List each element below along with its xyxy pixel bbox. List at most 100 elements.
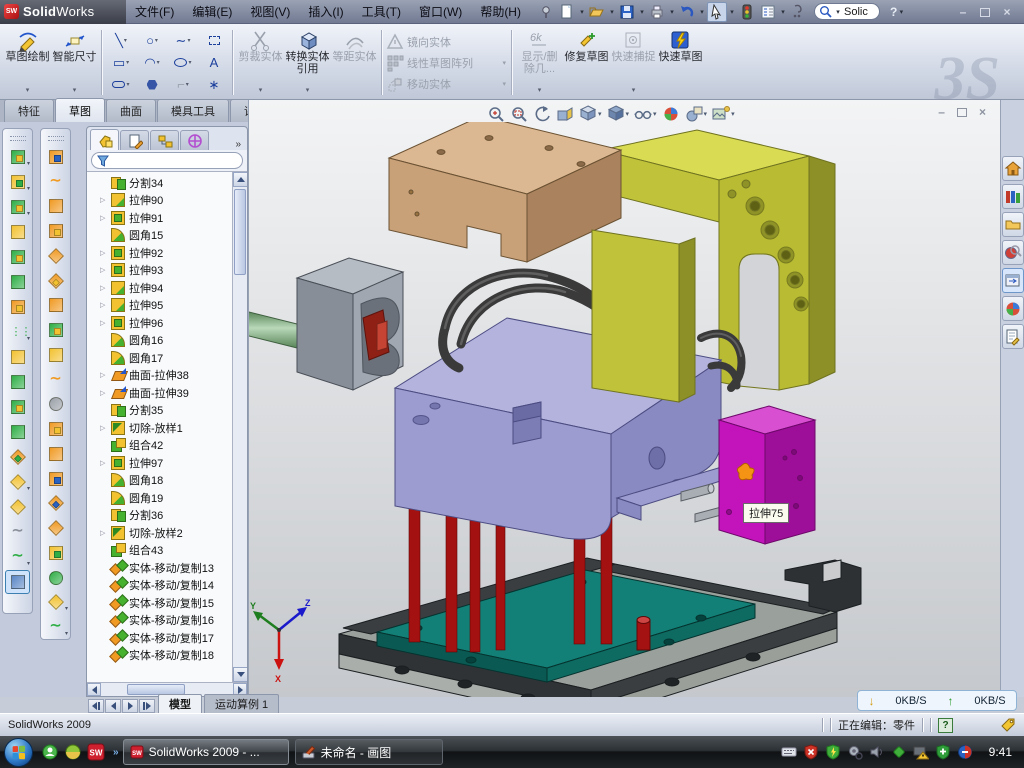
menu-item-6[interactable]: 帮助(H) — [471, 0, 530, 23]
mold-tool-18[interactable]: ▾ — [43, 590, 68, 614]
select-caret-icon[interactable]: ▾ — [728, 8, 736, 16]
tree-item-25[interactable]: 实体-移动/复制16 — [87, 612, 247, 630]
features-tool-2[interactable]: ▾ — [5, 195, 30, 219]
edit-appearance-button[interactable] — [662, 105, 680, 123]
mold-tool-17[interactable] — [43, 566, 68, 590]
ribbon-tab-1[interactable]: 草图 — [55, 98, 105, 122]
tree-item-1[interactable]: ▷拉伸90 — [87, 192, 247, 210]
feature-manager-overflow[interactable]: » — [232, 139, 244, 150]
design-library-button[interactable] — [1002, 184, 1024, 209]
trim-entities-button[interactable]: 剪裁实体▾ — [237, 26, 284, 99]
tree-item-19[interactable]: 分割36 — [87, 507, 247, 525]
display-delete-relations-button[interactable]: 6k 显示/删除几...▾ — [516, 26, 563, 99]
rapid-sketch-button[interactable]: 快速草图 — [657, 26, 704, 99]
scroll-down-button[interactable] — [233, 667, 247, 682]
tree-item-15[interactable]: 组合42 — [87, 437, 247, 455]
part-stop-pin[interactable] — [637, 617, 650, 651]
search-input[interactable]: Solic — [844, 6, 868, 18]
mold-tool-11[interactable] — [43, 417, 68, 441]
sketch-entity-9[interactable] — [137, 74, 167, 95]
filter-input[interactable] — [91, 152, 243, 169]
tags-icon[interactable] — [1000, 717, 1016, 733]
features-tool-17[interactable] — [5, 570, 30, 594]
tree-item-24[interactable]: 实体-移动/复制15 — [87, 594, 247, 612]
features-tool-5[interactable] — [5, 270, 30, 294]
options-button[interactable] — [758, 2, 778, 22]
sketch-entity-8[interactable]: ▾ — [106, 74, 136, 95]
tree-item-0[interactable]: 分割34 — [87, 174, 247, 192]
undo-caret-icon[interactable]: ▾ — [698, 8, 706, 16]
zoom-area-button[interactable] — [510, 105, 528, 123]
protection-shield-tray-icon[interactable] — [935, 744, 951, 760]
sketch-entity-7[interactable]: A — [199, 52, 229, 73]
pin-button[interactable] — [536, 2, 556, 22]
zoom-fit-button[interactable] — [487, 105, 505, 123]
help-caret-icon[interactable]: ▾ — [897, 8, 905, 16]
features-tool-0[interactable]: ▾ — [5, 145, 30, 169]
solidworks-quicklaunch-icon[interactable]: SW — [87, 743, 105, 761]
tree-item-13[interactable]: 分割35 — [87, 402, 247, 420]
doc-tab-1[interactable]: 运动算例 1 — [204, 694, 279, 713]
print-button[interactable] — [647, 2, 667, 22]
view-settings-button[interactable]: ▾ — [712, 105, 735, 123]
features-tool-7[interactable]: ⋮⋮▾ — [5, 320, 30, 344]
rebuild-button[interactable] — [737, 2, 757, 22]
select-button[interactable] — [707, 2, 727, 22]
features-tool-13[interactable]: ▾ — [5, 470, 30, 494]
security-shield-tray-icon[interactable] — [825, 744, 841, 760]
save-caret-icon[interactable]: ▾ — [638, 8, 646, 16]
tab-scroll-right-button[interactable] — [122, 699, 138, 713]
tree-vertical-scrollbar[interactable] — [232, 172, 247, 682]
options-caret-icon[interactable]: ▾ — [779, 8, 787, 16]
smart-dimension-button[interactable]: 智能尺寸▾ — [51, 26, 98, 99]
quick-launch-overflow-icon[interactable]: » — [113, 747, 119, 758]
scroll-left-button[interactable] — [87, 683, 101, 696]
featuremanager-tab[interactable] — [90, 129, 119, 150]
mold-tool-10[interactable] — [43, 392, 68, 416]
features-tool-4[interactable] — [5, 245, 30, 269]
search-caret-icon[interactable]: ▾ — [834, 8, 842, 16]
tree-item-6[interactable]: ▷拉伸94 — [87, 279, 247, 297]
sketch-entity-5[interactable]: ◠▾ — [137, 52, 167, 73]
status-help-button[interactable]: ? — [938, 718, 953, 733]
tree-item-20[interactable]: ▷切除-放样2 — [87, 524, 247, 542]
browser-sphere-quicklaunch-icon[interactable] — [64, 743, 82, 761]
close-button[interactable]: × — [1000, 6, 1014, 18]
move-entities-button[interactable]: 移动实体▾ — [386, 74, 508, 93]
features-tool-16[interactable]: ∼▾ — [5, 545, 30, 569]
solidworks-search-button[interactable] — [1002, 240, 1024, 265]
mirror-entities-button[interactable]: 镜向实体 — [386, 32, 508, 51]
tree-item-22[interactable]: 实体-移动/复制13 — [87, 559, 247, 577]
sketch-button[interactable]: 草图绘制▾ — [4, 26, 51, 99]
overflow-button[interactable] — [788, 2, 808, 22]
menu-item-3[interactable]: 插入(I) — [299, 0, 352, 23]
tab-scroll-left-button[interactable] — [105, 699, 121, 713]
ribbon-tab-2[interactable]: 曲面 — [106, 99, 156, 122]
mold-tool-13[interactable] — [43, 467, 68, 491]
view-palette-button[interactable] — [1002, 268, 1024, 293]
ribbon-tab-0[interactable]: 特征 — [4, 99, 54, 122]
custom-properties-button[interactable] — [1002, 324, 1024, 349]
mold-tool-8[interactable] — [43, 343, 68, 367]
tree-item-4[interactable]: ▷拉伸92 — [87, 244, 247, 262]
doc-minimize-button[interactable]: – — [938, 105, 945, 119]
mold-tool-19[interactable]: ∼▾ — [43, 615, 68, 639]
save-button[interactable] — [617, 2, 637, 22]
sketch-entity-1[interactable]: ○▾ — [137, 30, 167, 51]
doc-restore-button[interactable] — [957, 108, 967, 117]
keyboard-tray-icon[interactable] — [781, 744, 797, 760]
settings-gear-tray-icon[interactable] — [847, 744, 863, 760]
configurationmanager-tab[interactable] — [150, 130, 179, 150]
features-tool-12[interactable] — [5, 445, 30, 469]
antivirus-shield-tray-icon[interactable] — [803, 744, 819, 760]
sketch-entity-4[interactable]: ▭▾ — [106, 52, 136, 73]
tree-item-12[interactable]: ▷曲面-拉伸39 — [87, 384, 247, 402]
tree-item-3[interactable]: 圆角15 — [87, 227, 247, 245]
volume-tray-icon[interactable] — [869, 744, 885, 760]
network-warning-tray-icon[interactable] — [913, 744, 929, 760]
open-button[interactable] — [587, 2, 607, 22]
messenger-quicklaunch-icon[interactable] — [41, 743, 59, 761]
tree-item-11[interactable]: ▷曲面-拉伸38 — [87, 367, 247, 385]
tree-item-9[interactable]: 圆角16 — [87, 332, 247, 350]
undo-button[interactable] — [677, 2, 697, 22]
